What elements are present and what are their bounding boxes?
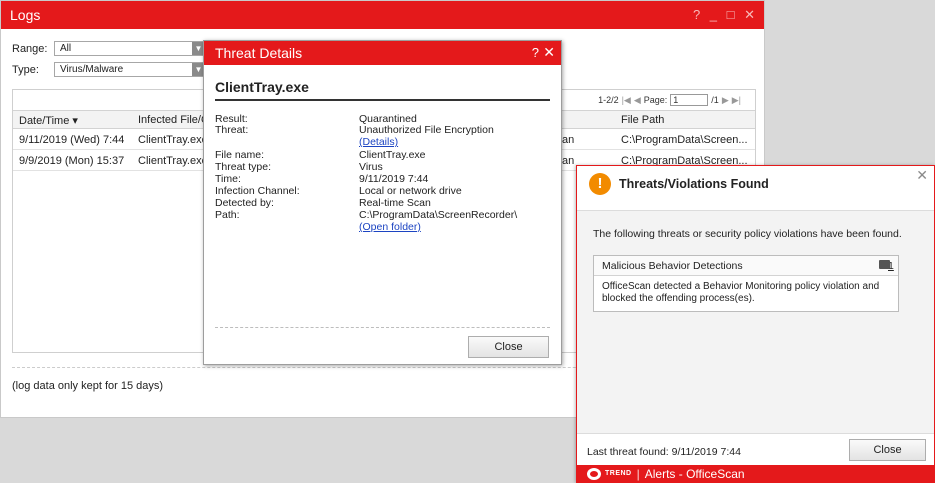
- column-infected-file[interactable]: Infected File/O: [138, 114, 206, 126]
- brand-separator: |: [636, 466, 640, 481]
- log-retention-note: (log data only kept for 15 days): [12, 380, 164, 392]
- cell-scan: an: [562, 155, 575, 167]
- prev-page-icon[interactable]: ◀: [634, 95, 641, 106]
- divider: [215, 327, 550, 328]
- file-name-label: File name:: [215, 149, 265, 161]
- warning-icon: !: [589, 173, 611, 195]
- detected-by-label: Detected by:: [215, 197, 274, 209]
- path-value: C:\ProgramData\ScreenRecorder\: [359, 209, 518, 221]
- brand-text: Alerts - OfficeScan: [644, 466, 745, 481]
- page-label: Page:: [643, 95, 668, 105]
- first-page-icon[interactable]: |◀: [622, 95, 631, 106]
- alerts-title: Threats/Violations Found: [619, 177, 769, 191]
- column-file-path[interactable]: File Path: [621, 114, 664, 126]
- cell-file: ClientTray.exe: [138, 155, 208, 167]
- logs-title-bar: Logs: [1, 1, 764, 29]
- next-page-icon[interactable]: ▶: [722, 95, 729, 106]
- help-icon[interactable]: ?: [532, 45, 539, 60]
- file-name-value: ClientTray.exe: [359, 149, 426, 161]
- type-filter: Type: Virus/Malware ▼: [12, 62, 206, 77]
- cell-file: ClientTray.exe: [138, 134, 208, 146]
- violation-name: Malicious Behavior Detections: [602, 260, 743, 272]
- time-label: Time:: [215, 173, 241, 185]
- alerts-close-button[interactable]: Close: [849, 439, 926, 461]
- brand-trend: TREND: [605, 470, 632, 477]
- close-button[interactable]: Close: [468, 336, 549, 358]
- threat-label: Threat:: [215, 124, 249, 136]
- type-select[interactable]: Virus/Malware ▼: [54, 62, 206, 77]
- open-folder-link[interactable]: (Open folder): [359, 221, 421, 233]
- logs-title: Logs: [10, 7, 41, 23]
- pager: 1-2/2 |◀ ◀ Page: 1 /1 ▶ ▶|: [598, 94, 741, 106]
- range-select[interactable]: All ▼: [54, 41, 206, 56]
- cell-datetime: 9/11/2019 (Wed) 7:44: [19, 134, 125, 146]
- last-threat-found: Last threat found: 9/11/2019 7:44: [587, 446, 741, 458]
- path-label: Path:: [215, 209, 240, 221]
- threat-file-heading: ClientTray.exe: [215, 79, 309, 95]
- trend-micro-logo: [587, 467, 601, 480]
- type-label: Type:: [12, 63, 39, 76]
- infection-channel-value: Local or network drive: [359, 185, 462, 197]
- threat-type-label: Threat type:: [215, 161, 272, 173]
- threat-details-title-bar: Threat Details ? ✕: [204, 41, 561, 65]
- violation-description: OfficeScan detected a Behavior Monitorin…: [602, 281, 880, 304]
- cell-path: C:\ProgramData\Screen...: [621, 134, 748, 146]
- page-input[interactable]: 1: [670, 94, 709, 106]
- threat-value: Unauthorized File Encryption: [359, 124, 494, 136]
- cell-scan: an: [562, 134, 575, 146]
- alerts-message: The following threats or security policy…: [593, 228, 902, 240]
- range-filter: Range: All ▼: [12, 41, 206, 56]
- detected-by-value: Real-time Scan: [359, 197, 431, 209]
- time-value: 9/11/2019 7:44: [359, 173, 429, 185]
- brand-bar: TREND | Alerts - OfficeScan: [577, 465, 934, 482]
- close-icon[interactable]: ✕: [916, 167, 928, 184]
- range-value: All: [60, 43, 72, 54]
- threat-details-dialog: Threat Details ? ✕ ClientTray.exe Result…: [203, 40, 562, 365]
- type-value: Virus/Malware: [60, 64, 124, 75]
- divider: [215, 99, 550, 101]
- violation-card-header: Malicious Behavior Detections 1: [594, 256, 898, 276]
- range-label: Range:: [12, 42, 48, 55]
- details-link[interactable]: (Details): [359, 136, 398, 148]
- infection-channel-label: Infection Channel:: [215, 185, 300, 197]
- alerts-panel: ! Threats/Violations Found ✕ The followi…: [576, 165, 935, 483]
- comment-icon[interactable]: [879, 260, 890, 269]
- last-page-icon[interactable]: ▶|: [732, 95, 741, 106]
- alerts-header: ! Threats/Violations Found ✕: [577, 166, 934, 210]
- logs-window-controls[interactable]: ? _ □ ✕: [693, 7, 758, 23]
- alerts-body: The following threats or security policy…: [577, 210, 934, 434]
- violation-card: Malicious Behavior Detections 1 OfficeSc…: [593, 255, 899, 312]
- cell-datetime: 9/9/2019 (Mon) 15:37: [19, 155, 125, 167]
- pager-summary: 1-2/2: [598, 95, 619, 105]
- threat-details-title: Threat Details: [215, 45, 303, 61]
- close-icon[interactable]: ✕: [543, 44, 555, 61]
- threat-type-value: Virus: [359, 161, 383, 173]
- page-total: /1: [711, 95, 719, 105]
- column-datetime[interactable]: Date/Time ▾: [19, 114, 78, 127]
